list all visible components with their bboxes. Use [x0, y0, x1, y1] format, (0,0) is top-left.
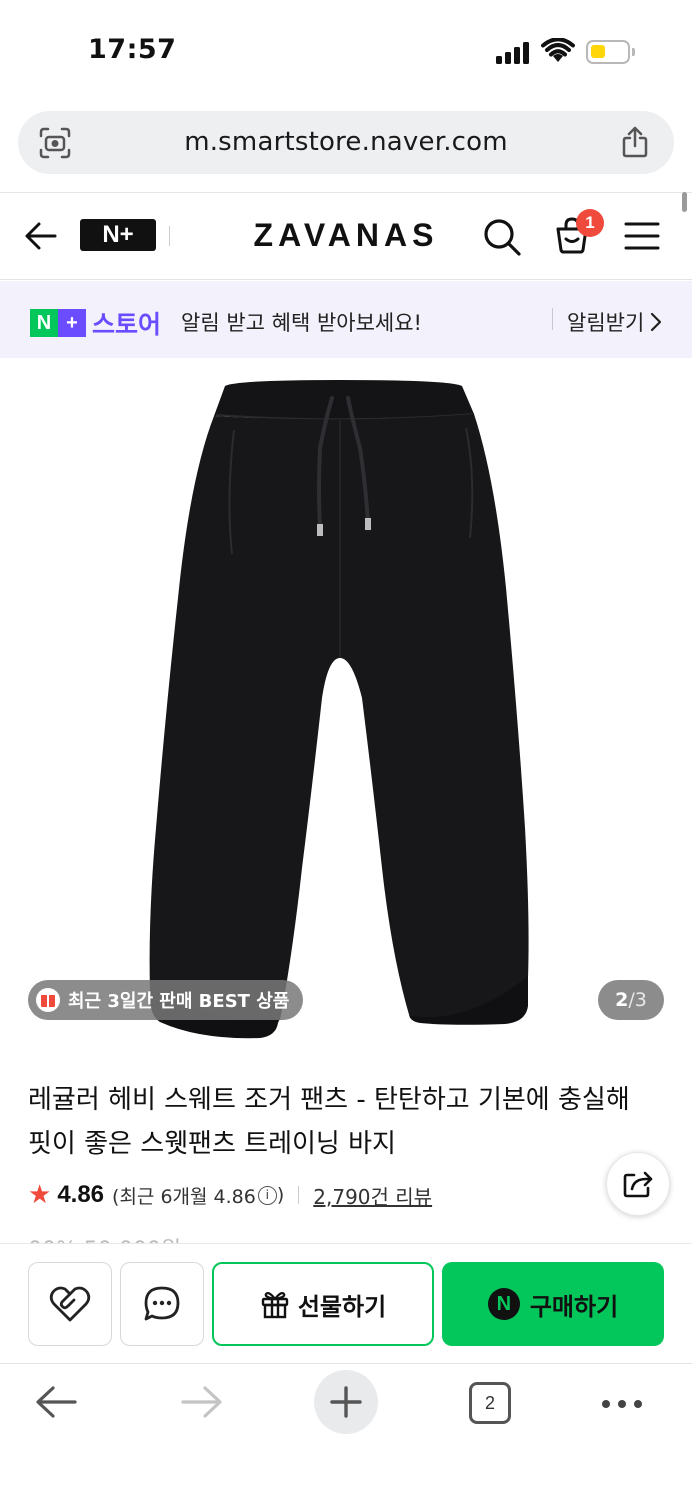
- gift-button-label: 선물하기: [297, 1292, 387, 1321]
- share-icon[interactable]: [620, 125, 650, 159]
- gift-icon: [261, 1292, 289, 1319]
- review-count-link[interactable]: 2,790건 리뷰: [313, 1181, 432, 1210]
- image-page-current: 2: [615, 989, 629, 1011]
- best-seller-label: 최근 3일간 판매 BEST 상품: [68, 991, 290, 1012]
- new-tab-button[interactable]: [314, 1370, 378, 1434]
- gift-box-icon: [36, 988, 60, 1012]
- jogger-pants-image: [149, 380, 529, 1039]
- back-arrow-icon[interactable]: [34, 1382, 78, 1422]
- forward-arrow-icon[interactable]: [180, 1382, 224, 1422]
- search-icon[interactable]: [482, 217, 522, 257]
- more-icon[interactable]: [602, 1400, 642, 1408]
- signal-icon: [496, 42, 530, 64]
- separator: [298, 1186, 300, 1204]
- tab-switcher-button[interactable]: 2: [469, 1382, 511, 1424]
- image-page-total: /3: [628, 989, 647, 1011]
- url-text[interactable]: m.smartstore.naver.com: [18, 127, 674, 157]
- chevron-right-icon: [651, 312, 662, 332]
- chat-icon: [144, 1286, 180, 1321]
- product-image[interactable]: [0, 358, 692, 1048]
- notification-subscribe-label: 알림받기: [567, 311, 645, 335]
- product-title: 레귤러 헤비 스웨트 조거 팬츠 - 탄탄하고 기본에 충실해 핏이 좋은 스웻…: [28, 1085, 630, 1159]
- rating-row: ★ 4.86 (최근 6개월 4.86 i ) 2,790건 리뷰: [28, 1180, 432, 1210]
- purchase-bar: 선물하기 N 구매하기: [0, 1243, 692, 1363]
- battery-icon: [586, 40, 630, 64]
- share-icon: [623, 1171, 653, 1198]
- talktalk-button[interactable]: [120, 1262, 204, 1346]
- status-time: 17:57: [88, 34, 177, 65]
- cart-count-badge: 1: [576, 209, 604, 237]
- wifi-icon: [541, 38, 575, 62]
- notification-subscribe-link[interactable]: 알림받기: [567, 307, 662, 337]
- heart-icon: [49, 1286, 91, 1322]
- status-bar: 17:57: [0, 0, 692, 100]
- buy-button[interactable]: N 구매하기: [442, 1262, 664, 1346]
- star-icon: ★: [28, 1180, 52, 1210]
- recent-rating-close: ): [276, 1184, 285, 1206]
- best-seller-badge: 최근 3일간 판매 BEST 상품: [28, 980, 304, 1020]
- image-page-indicator: 2/3: [598, 980, 664, 1020]
- share-button[interactable]: [606, 1152, 670, 1216]
- separator: [552, 308, 553, 330]
- promo-store-label: 스토어: [92, 310, 162, 339]
- naver-pay-icon: N: [487, 1288, 520, 1320]
- buy-button-label: 구매하기: [529, 1292, 619, 1321]
- browser-toolbar: 2: [0, 1363, 692, 1500]
- wishlist-button[interactable]: [28, 1262, 112, 1346]
- promo-message: 알림 받고 혜택 받아보세요!: [181, 311, 422, 335]
- address-bar[interactable]: m.smartstore.naver.com: [18, 111, 674, 174]
- recent-rating: (최근 6개월 4.86: [112, 1185, 256, 1208]
- plus-icon: [330, 1386, 362, 1418]
- info-icon[interactable]: i: [257, 1185, 277, 1205]
- promo-banner[interactable]: N + 스토어 알림 받고 혜택 받아보세요! 알림받기: [0, 281, 692, 358]
- menu-icon[interactable]: [624, 219, 660, 253]
- nplus-store-logo: N + 스토어: [30, 305, 161, 341]
- rating-value: 4.86: [57, 1181, 105, 1208]
- gift-button[interactable]: 선물하기: [212, 1262, 434, 1346]
